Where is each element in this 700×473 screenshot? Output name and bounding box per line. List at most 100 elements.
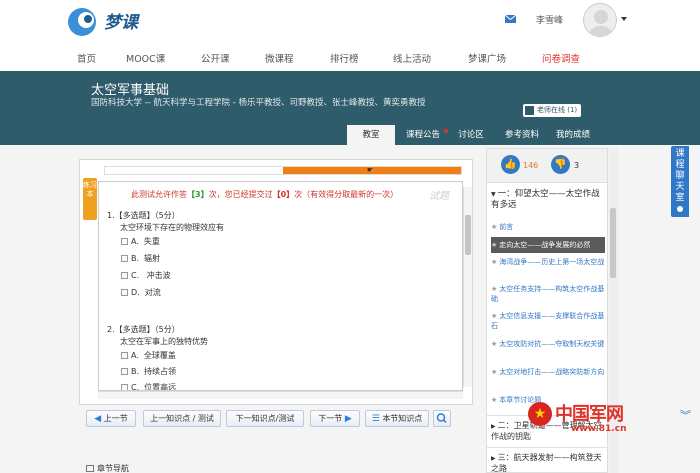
next-point-button[interactable]: 下一知识点/测试 [226, 410, 304, 427]
chapter-navigation[interactable]: 章节导航 [86, 463, 129, 473]
checkbox[interactable] [121, 352, 128, 359]
quiz-panel: 此测试允许作答【3】次，您已经提交过【0】次（有效得分取最新的一次） 试题 1.… [98, 181, 463, 391]
quiz-watermark: 试题 [429, 191, 449, 202]
quiz-scrollbar[interactable] [463, 187, 472, 387]
nav-item-open-course[interactable]: 公开课 [201, 51, 230, 65]
tab-announcements[interactable]: 课程公告 [401, 125, 448, 145]
scrollbar-thumb[interactable] [465, 215, 471, 255]
option-letter: B. [131, 254, 140, 263]
chapter-3-title[interactable]: ▶ 三：航天器发射——构筑登天之路 [491, 453, 605, 473]
q2-option-b[interactable]: B. 持续占领 [121, 366, 176, 377]
q1-option-d[interactable]: D. 对流 [121, 287, 161, 298]
nav-item-square[interactable]: 梦课广场 [468, 51, 506, 65]
checkbox[interactable] [121, 368, 128, 375]
army-star-icon: ★ [528, 402, 552, 426]
chevron-down-icon[interactable] [621, 17, 627, 21]
teacher-online-label: 老师在线 (1) [537, 106, 578, 114]
option-text: 辐射 [144, 254, 161, 263]
search-button[interactable] [433, 410, 451, 427]
course-chat-tab[interactable]: 课程聊天室 [671, 146, 689, 217]
star-icon: ★ [491, 368, 498, 376]
checkbox[interactable] [121, 255, 128, 262]
option-letter: C. [131, 271, 140, 280]
lesson-item[interactable]: ★ 太空攻防对抗——夺取制天权关键 [491, 339, 605, 349]
star-icon: ★ [491, 312, 498, 320]
checkbox[interactable] [121, 238, 128, 245]
tab-classroom[interactable]: 教室 [347, 125, 395, 145]
question-1-head: 1.【多选题】（5分） [107, 211, 180, 220]
course-banner: 太空军事基础 国防科技大学 -- 航天科学与工程学院 - 杨乐平教授、司野教授、… [0, 71, 700, 145]
lesson-item-active[interactable]: ★ 走向太空——战争发展的必然 [491, 237, 605, 253]
thumbs-up-icon[interactable]: 👍 [501, 155, 520, 174]
tab-my-grades[interactable]: 我的成绩 [551, 125, 595, 145]
nav-item-ranking[interactable]: 排行榜 [330, 51, 359, 65]
mail-icon[interactable] [505, 15, 516, 23]
checkbox[interactable] [121, 289, 128, 296]
option-text: 持续占领 [144, 367, 177, 376]
main-nav: 首页 MOOC课 公开课 微课程 排行榜 线上活动 梦课广场 问卷调查 [0, 42, 700, 71]
option-letter: A. [131, 351, 139, 360]
search-icon [436, 413, 447, 424]
lesson-item[interactable]: ★ 太空任务支持——构筑太空作战基础 [491, 284, 605, 304]
option-letter: C. [131, 383, 140, 391]
nav-item-survey[interactable]: 问卷调查 [542, 51, 580, 65]
course-subtitle: 国防科技大学 -- 航天科学与工程学院 - 杨乐平教授、司野教授、张士峰教授、黄… [91, 98, 426, 108]
chevron-down-icon[interactable]: ︾ [680, 407, 691, 423]
prev-section-button[interactable]: ◀ 上一节 [86, 410, 136, 427]
chat-dot-icon [677, 206, 683, 212]
lesson-item[interactable]: ★ 海湾战争——历史上第一场太空战 [491, 257, 605, 267]
section-points-label: 本节知识点 [382, 414, 423, 423]
caret-down-icon: ▼ [491, 191, 496, 198]
nav-item-micro-course[interactable]: 微课程 [265, 51, 294, 65]
option-text: 失重 [143, 237, 160, 246]
prev-point-button[interactable]: 上一知识点 / 测试 [143, 410, 221, 427]
next-section-label: 下一节 [318, 414, 343, 423]
progress-bar: ☛ [104, 166, 462, 175]
q1-option-c[interactable]: C. 冲击波 [121, 270, 171, 281]
q1-option-a[interactable]: A. 失重 [121, 236, 160, 247]
option-text: 位置高远 [144, 383, 177, 391]
lesson-item[interactable]: ★ 前言 [491, 222, 605, 232]
dislike-count: 3 [574, 161, 580, 170]
notice-mid: 次，您已经提交过 [208, 190, 273, 199]
star-icon: ★ [491, 285, 498, 293]
option-letter: B. [131, 367, 140, 376]
tab-references[interactable]: 参考资料 [499, 125, 545, 145]
question-2-head: 2.【多选题】（5分） [107, 325, 180, 334]
chat-tab-label: 课程聊天室 [675, 149, 685, 203]
option-letter: A. [131, 237, 139, 246]
star-icon: ★ [491, 340, 498, 348]
chapter-3-label: 三：航天器发射——构筑登天之路 [491, 453, 602, 473]
chapter-1-title[interactable]: ▼ 一：仰望太空——太空作战有多远 [491, 189, 605, 211]
question-2-stem: 太空在军事上的独特优势 [120, 337, 208, 346]
user-name[interactable]: 李雪峰 [536, 13, 563, 26]
teacher-online-button[interactable]: 老师在线 (1) [523, 104, 582, 117]
like-count: 146 [523, 161, 539, 170]
star-icon: ★ [491, 241, 498, 249]
section-points-button[interactable]: ☰ 本节知识点 [365, 410, 429, 427]
logo-swirl-icon[interactable] [64, 6, 104, 38]
logo-text[interactable]: 梦课 [104, 8, 138, 33]
checkbox[interactable] [121, 272, 128, 279]
lesson-label: 太空任务支持——构筑太空作战基础 [491, 285, 605, 303]
lesson-item[interactable]: ★ 太空信息支援——支撑联合作战基石 [491, 311, 605, 331]
q2-option-c[interactable]: C. 位置高远 [121, 382, 177, 391]
q1-option-b[interactable]: B. 辐射 [121, 253, 160, 264]
lesson-item[interactable]: ★ 太空对地打击——战略突防新方向 [491, 367, 605, 377]
avatar[interactable] [583, 3, 617, 37]
option-letter: D. [131, 288, 140, 297]
tab-discussion[interactable]: 讨论区 [452, 125, 490, 145]
exercise-side-tag[interactable]: 练习本 [83, 178, 97, 220]
checkbox[interactable] [121, 384, 128, 390]
nav-item-home[interactable]: 首页 [77, 51, 96, 65]
next-section-button[interactable]: 下一节 ▶ [310, 410, 360, 427]
option-text: 全球覆盖 [143, 351, 176, 360]
notice-allowed-count: 【3】 [187, 190, 209, 199]
scrollbar-thumb[interactable] [610, 208, 616, 278]
nav-item-online-events[interactable]: 线上活动 [393, 51, 431, 65]
nav-item-mooc[interactable]: MOOC课 [126, 51, 165, 65]
quiz-horizontal-scrollbar[interactable] [98, 391, 463, 399]
q2-option-a[interactable]: A. 全球覆盖 [121, 350, 176, 361]
option-text: 冲击波 [144, 271, 171, 280]
thumbs-down-icon[interactable]: 👎 [551, 155, 570, 174]
